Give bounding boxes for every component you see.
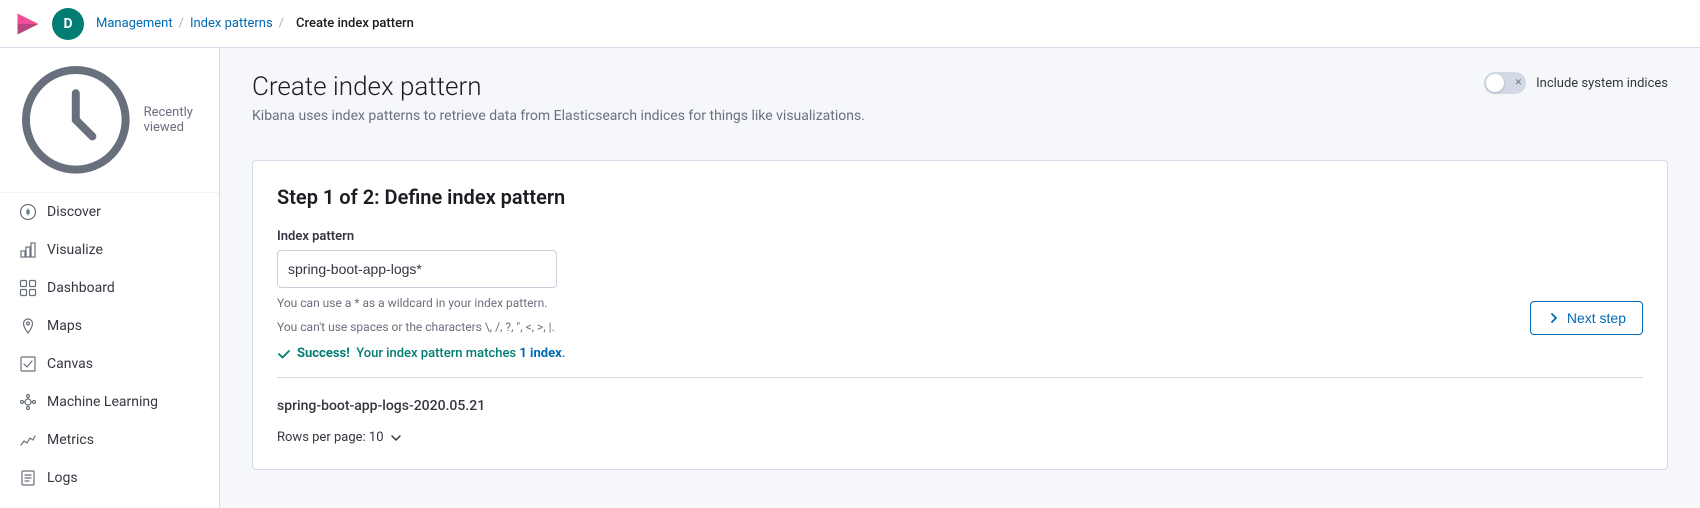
chevron-right-icon [1547, 311, 1561, 325]
success-label: Success! Your index pattern matches 1 in… [297, 346, 565, 361]
index-pattern-label: Index pattern [277, 229, 1643, 244]
map-icon [19, 317, 37, 335]
breadcrumb-index-patterns[interactable]: Index patterns [190, 16, 273, 31]
next-step-button[interactable]: Next step [1530, 301, 1643, 335]
sidebar-item-canvas-label: Canvas [47, 356, 93, 372]
toggle-x-icon: ✕ [1515, 78, 1523, 88]
sidebar-item-discover-label: Discover [47, 204, 101, 220]
page-header: Create index pattern Kibana uses index p… [252, 72, 865, 124]
logs-icon [19, 469, 37, 487]
sidebar-item-canvas[interactable]: Canvas [0, 345, 219, 383]
sidebar-item-visualize-label: Visualize [47, 242, 103, 258]
sidebar-item-dashboard-label: Dashboard [47, 280, 115, 296]
main-layout: Recently viewed Discover Visualize [0, 48, 1700, 508]
ml-icon [19, 393, 37, 411]
clock-icon [16, 60, 136, 180]
sidebar-item-maps[interactable]: Maps [0, 307, 219, 345]
index-pattern-input[interactable] [277, 250, 557, 288]
page-title: Create index pattern [252, 72, 865, 102]
breadcrumb-sep-2: / [279, 16, 284, 31]
recently-viewed-section: Recently viewed [0, 48, 219, 193]
kibana-logo [12, 8, 44, 40]
dashboard-icon [19, 279, 37, 297]
sidebar-item-logs-label: Logs [47, 470, 78, 486]
toggle-knob [1486, 74, 1504, 92]
include-system-indices-toggle[interactable]: ✕ [1484, 72, 1526, 94]
rows-per-page[interactable]: Rows per page: 10 [277, 430, 1643, 445]
rows-per-page-label: Rows per page: 10 [277, 430, 384, 445]
sidebar-item-machine-learning-label: Machine Learning [47, 394, 158, 410]
sidebar-item-metrics[interactable]: Metrics [0, 421, 219, 459]
check-icon [277, 347, 291, 361]
create-index-pattern-card: Step 1 of 2: Define index pattern Index … [252, 160, 1668, 470]
matched-index-name: spring-boot-app-logs [277, 398, 409, 414]
canvas-icon [19, 355, 37, 373]
success-prefix: Success! [297, 346, 350, 361]
form-hint-1: You can use a * as a wildcard in your in… [277, 294, 1643, 312]
next-step-label: Next step [1567, 310, 1626, 326]
sidebar-item-maps-label: Maps [47, 318, 82, 334]
toggle-row: ✕ Include system indices [1484, 72, 1668, 94]
sidebar-item-apm[interactable]: APM [0, 497, 219, 508]
matched-index-suffix: -2020.05.21 [409, 398, 485, 414]
sidebar-item-logs[interactable]: Logs [0, 459, 219, 497]
sidebar-item-metrics-label: Metrics [47, 432, 94, 448]
success-message: Success! Your index pattern matches 1 in… [277, 346, 1643, 361]
sidebar-item-dashboard[interactable]: Dashboard [0, 269, 219, 307]
metrics-icon [19, 431, 37, 449]
bar-chart-icon [19, 241, 37, 259]
breadcrumb: Management / Index patterns / Create ind… [96, 16, 420, 31]
top-nav: D Management / Index patterns / Create i… [0, 0, 1700, 48]
sidebar-item-visualize[interactable]: Visualize [0, 231, 219, 269]
sidebar-item-machine-learning[interactable]: Machine Learning [0, 383, 219, 421]
user-avatar: D [52, 8, 84, 40]
breadcrumb-current: Create index pattern [296, 16, 414, 31]
form-hint-2: You can't use spaces or the characters \… [277, 318, 1643, 336]
sidebar: Recently viewed Discover Visualize [0, 48, 220, 508]
breadcrumb-management[interactable]: Management [96, 16, 173, 31]
include-system-indices-label: Include system indices [1536, 76, 1668, 91]
sidebar-item-discover[interactable]: Discover [0, 193, 219, 231]
recently-viewed-label: Recently viewed [144, 105, 203, 135]
breadcrumb-sep-1: / [179, 16, 184, 31]
content-area: Create index pattern Kibana uses index p… [220, 48, 1700, 508]
success-count: 1 index [519, 346, 561, 361]
matched-index-row: spring-boot-app-logs-2020.05.21 [277, 394, 1643, 418]
divider [277, 377, 1643, 378]
step-title: Step 1 of 2: Define index pattern [277, 185, 1643, 209]
form-section: Step 1 of 2: Define index pattern Index … [277, 185, 1643, 361]
page-subtitle: Kibana uses index patterns to retrieve d… [252, 108, 865, 124]
chevron-down-icon [390, 432, 402, 444]
compass-icon [19, 203, 37, 221]
